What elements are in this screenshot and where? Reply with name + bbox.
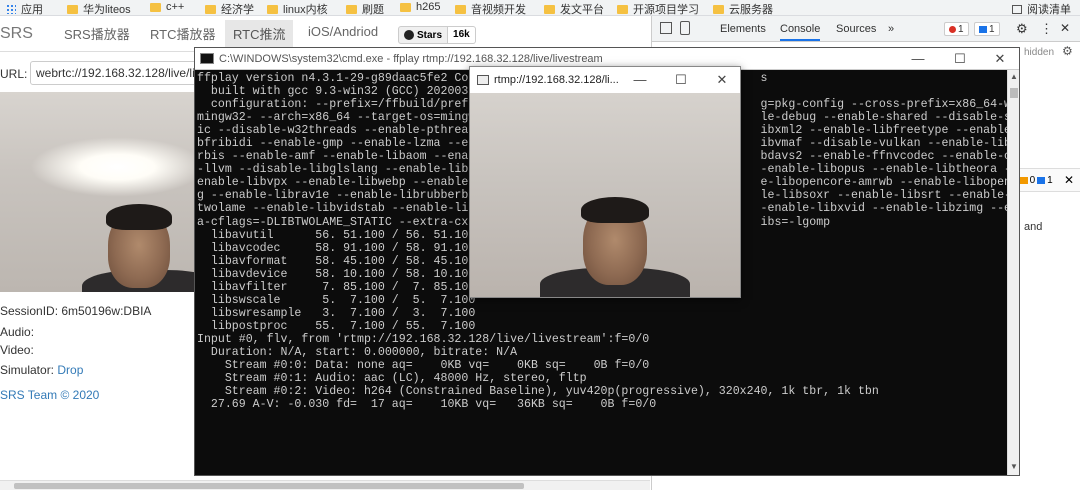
console-line: Stream #0:2: Video: h264 (Constrained Ba… <box>197 385 879 399</box>
nav-ios-android[interactable]: iOS/Andriod <box>308 24 378 39</box>
reading-list-icon <box>1012 4 1022 14</box>
simulator-row: Simulator: Drop <box>0 363 84 377</box>
url-input[interactable] <box>30 61 210 85</box>
cmd-minimize-button[interactable]: — <box>903 51 933 66</box>
bookmark-publish[interactable]: 发文平台 <box>544 1 604 15</box>
warning-icon <box>1019 177 1028 184</box>
nav-rtc-player[interactable]: RTC播放器 <box>150 24 215 43</box>
github-stars-button[interactable]: Stars 16k <box>398 26 476 44</box>
cmd-title: C:\WINDOWS\system32\cmd.exe - ffplay rtm… <box>219 53 603 65</box>
brand-logo[interactable]: SRS <box>0 25 33 43</box>
tab-sources[interactable]: Sources <box>836 23 876 35</box>
folder-icon <box>617 4 628 14</box>
bookmark-av-dev[interactable]: 音视频开发 <box>455 1 526 15</box>
stars-count: 16k <box>448 26 476 44</box>
bookmark-opensource[interactable]: 开源项目学习 <box>617 1 699 15</box>
device-toggle-icon[interactable] <box>680 21 690 35</box>
audio-label: Audio: <box>0 325 35 339</box>
session-id-row: SessionID: 6m50196w:DBIA <box>0 304 152 318</box>
console-line: Duration: N/A, start: 0.000000, bitrate:… <box>197 345 518 359</box>
drawer-close-icon[interactable]: ✕ <box>1064 173 1074 187</box>
folder-icon <box>346 4 357 14</box>
console-line: Input #0, flv, from 'rtmp://192.168.32.1… <box>197 332 650 346</box>
console-line: libswresample 3. 7.100 / 3. 7.100 <box>197 306 476 320</box>
folder-icon <box>544 4 555 14</box>
message-count-badge[interactable]: 1 <box>974 22 1000 36</box>
tab-more[interactable]: » <box>888 23 894 35</box>
folder-icon <box>455 4 466 14</box>
console-line: Stream #0:1: Audio: aac (LC), 48000 Hz, … <box>197 372 587 386</box>
ffplay-minimize-button[interactable]: — <box>625 72 655 87</box>
folder-icon <box>267 4 278 14</box>
hidden-messages-label: hidden <box>1024 47 1055 58</box>
bookmark-apps[interactable]: 应用 <box>6 1 43 15</box>
message-icon <box>979 25 987 33</box>
cmd-maximize-button[interactable]: ☐ <box>945 51 975 67</box>
ffplay-title: rtmp://192.168.32.128/li... <box>494 74 619 86</box>
bookmark-liteos[interactable]: 华为liteos <box>67 1 131 15</box>
url-label: URL: <box>0 67 28 81</box>
cmd-close-button[interactable]: ✕ <box>985 51 1015 67</box>
ffplay-close-button[interactable]: ✕ <box>707 72 737 88</box>
ffplay-video-frame <box>470 93 740 297</box>
info-icon <box>1037 177 1046 184</box>
video-label: Video: <box>0 343 34 357</box>
nav-rtc-publish[interactable]: RTC推流 <box>225 20 294 47</box>
console-line: 27.69 A-V: -0.030 fd= 17 aq= 10KB vq= 36… <box>197 398 657 412</box>
folder-icon <box>67 4 78 14</box>
simulator-drop-link[interactable]: Drop <box>57 363 83 377</box>
page-horizontal-scrollbar[interactable] <box>0 480 650 490</box>
error-count-badge[interactable]: 1 <box>944 22 969 36</box>
bookmark-cpp[interactable]: c++ <box>150 1 184 13</box>
gear-icon[interactable]: ⚙ <box>1016 21 1028 37</box>
bookmarks-bar: 应用 华为liteos c++ 经济学 linux内核 刷题 h265 音视频开… <box>0 0 1080 16</box>
tab-console[interactable]: Console <box>780 23 821 41</box>
error-icon <box>949 25 956 33</box>
console-settings-gear-icon[interactable]: ⚙ <box>1062 44 1073 58</box>
bookmark-cloud[interactable]: 云服务器 <box>713 1 773 15</box>
console-text-fragment: and <box>1024 221 1043 233</box>
github-icon <box>404 30 414 40</box>
cmd-app-icon <box>200 53 214 64</box>
ffplay-maximize-button[interactable]: ☐ <box>666 72 696 88</box>
scroll-up-icon[interactable]: ▲ <box>1010 72 1018 81</box>
bookmark-economics[interactable]: 经济学 <box>205 1 254 15</box>
kebab-menu-icon[interactable]: ⋮ <box>1040 21 1053 37</box>
ffplay-app-icon <box>477 75 489 85</box>
cmd-scroll-thumb[interactable] <box>1010 88 1018 98</box>
nav-srs-player[interactable]: SRS播放器 <box>64 24 130 43</box>
scroll-down-icon[interactable]: ▼ <box>1010 462 1018 471</box>
folder-icon <box>150 2 161 12</box>
bookmark-reading-list[interactable]: 阅读清单 <box>1012 1 1071 15</box>
apps-grid-icon <box>6 4 16 14</box>
console-line: Stream #0:0: Data: none aq= 0KB vq= 0KB … <box>197 359 650 373</box>
folder-icon <box>205 4 216 14</box>
folder-icon <box>713 4 724 14</box>
cmd-scrollbar[interactable]: ▲ ▼ <box>1007 70 1019 475</box>
local-video-preview <box>0 92 195 292</box>
session-id-value: 6m50196w:DBIA <box>61 304 152 318</box>
console-line: libpostproc 55. 7.100 / 55. 7.100 <box>197 319 476 333</box>
footer-team-link[interactable]: SRS Team © 2020 <box>0 388 99 402</box>
folder-icon <box>400 2 411 12</box>
scrollbar-thumb[interactable] <box>14 483 524 489</box>
devtools-toolbar: Elements Console Sources » 1 1 ⚙ ⋮ ✕ <box>652 16 1080 42</box>
ffplay-titlebar[interactable]: rtmp://192.168.32.128/li... — ☐ ✕ <box>470 67 740 93</box>
inspect-element-icon[interactable] <box>660 22 672 34</box>
bookmark-leetcode[interactable]: 刷题 <box>346 1 384 15</box>
close-icon[interactable]: ✕ <box>1060 21 1070 35</box>
tab-elements[interactable]: Elements <box>720 23 766 35</box>
bookmark-linux[interactable]: linux内核 <box>267 1 328 15</box>
ffplay-window: rtmp://192.168.32.128/li... — ☐ ✕ <box>469 66 741 298</box>
bookmark-h265[interactable]: h265 <box>400 1 440 13</box>
